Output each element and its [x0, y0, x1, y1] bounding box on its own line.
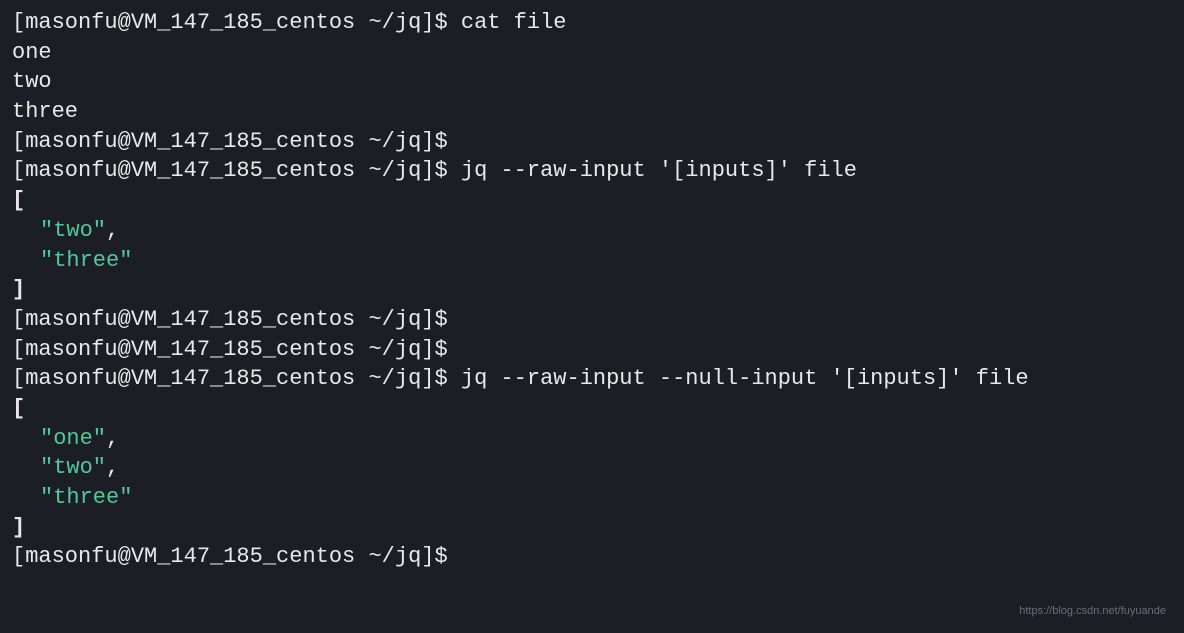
terminal-line: "one",	[12, 424, 1172, 454]
terminal-line: ]	[12, 513, 1172, 543]
terminal-line: [	[12, 186, 1172, 216]
terminal-line: "three"	[12, 246, 1172, 276]
terminal-line: ]	[12, 275, 1172, 305]
shell-prompt: [masonfu@VM_147_185_centos ~/jq]$	[12, 10, 461, 35]
terminal-line: [masonfu@VM_147_185_centos ~/jq]$ cat fi…	[12, 8, 1172, 38]
terminal-line: [masonfu@VM_147_185_centos ~/jq]$ jq --r…	[12, 156, 1172, 186]
json-string: "two"	[40, 455, 106, 480]
shell-prompt: [masonfu@VM_147_185_centos ~/jq]$	[12, 158, 461, 183]
shell-prompt: [masonfu@VM_147_185_centos ~/jq]$	[12, 337, 461, 362]
terminal-line: "two",	[12, 453, 1172, 483]
terminal-line: [masonfu@VM_147_185_centos ~/jq]$	[12, 127, 1172, 157]
terminal-line: [masonfu@VM_147_185_centos ~/jq]$	[12, 335, 1172, 365]
terminal-output-container[interactable]: [masonfu@VM_147_185_centos ~/jq]$ cat fi…	[12, 8, 1172, 572]
json-string: "two"	[40, 218, 106, 243]
json-comma: ,	[106, 426, 119, 451]
json-comma: ,	[106, 455, 119, 480]
shell-prompt: [masonfu@VM_147_185_centos ~/jq]$	[12, 129, 461, 154]
shell-prompt: [masonfu@VM_147_185_centos ~/jq]$	[12, 366, 461, 391]
terminal-line: two	[12, 67, 1172, 97]
terminal-line: [	[12, 394, 1172, 424]
terminal-line: "two",	[12, 216, 1172, 246]
shell-command: jq --raw-input '[inputs]' file	[461, 158, 857, 183]
json-comma: ,	[106, 218, 119, 243]
json-string: "one"	[40, 426, 106, 451]
terminal-line: "three"	[12, 483, 1172, 513]
terminal-line: three	[12, 97, 1172, 127]
terminal-line: [masonfu@VM_147_185_centos ~/jq]$	[12, 305, 1172, 335]
terminal-line: [masonfu@VM_147_185_centos ~/jq]$	[12, 542, 1172, 572]
shell-command: cat file	[461, 10, 567, 35]
shell-prompt: [masonfu@VM_147_185_centos ~/jq]$	[12, 544, 461, 569]
terminal-line: [masonfu@VM_147_185_centos ~/jq]$ jq --r…	[12, 364, 1172, 394]
shell-command: jq --raw-input --null-input '[inputs]' f…	[461, 366, 1029, 391]
shell-prompt: [masonfu@VM_147_185_centos ~/jq]$	[12, 307, 461, 332]
json-string: "three"	[40, 248, 132, 273]
watermark-text: https://blog.csdn.net/fuyuande	[1019, 604, 1166, 619]
json-string: "three"	[40, 485, 132, 510]
terminal-line: one	[12, 38, 1172, 68]
